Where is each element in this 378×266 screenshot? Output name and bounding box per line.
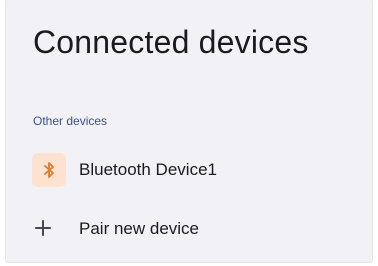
plus-icon bbox=[34, 219, 52, 237]
section-header-other-devices: Other devices bbox=[33, 114, 108, 128]
page-title: Connected devices bbox=[33, 24, 309, 60]
pair-new-device-button[interactable]: Pair new device bbox=[6, 210, 372, 248]
connected-devices-panel: Connected devices Other devices Bluetoot… bbox=[6, 0, 372, 262]
bluetooth-icon bbox=[32, 153, 66, 187]
pair-new-device-label: Pair new device bbox=[79, 219, 200, 238]
device-row-bluetooth-device1[interactable]: Bluetooth Device1 bbox=[6, 150, 372, 190]
device-name-label: Bluetooth Device1 bbox=[79, 160, 217, 179]
